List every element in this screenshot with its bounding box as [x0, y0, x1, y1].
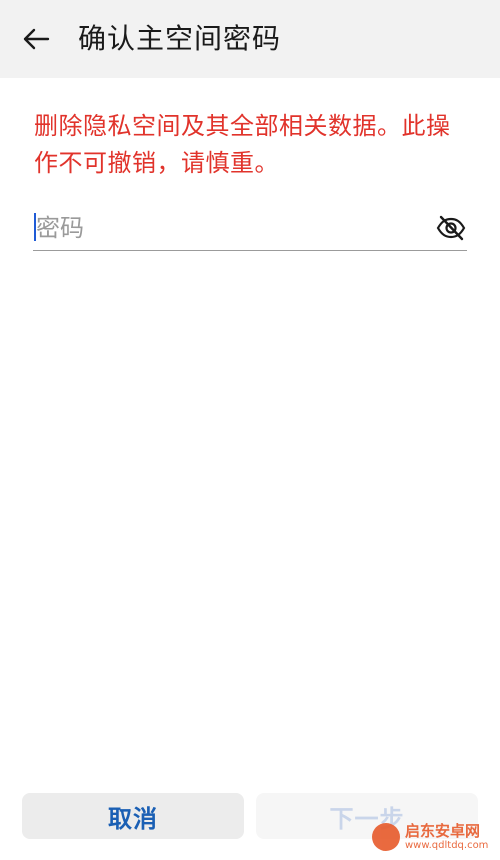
arrow-left-icon — [23, 28, 50, 50]
app-bar: 确认主空间密码 — [0, 0, 500, 78]
page-title: 确认主空间密码 — [78, 22, 282, 55]
watermark-logo-icon — [372, 823, 400, 851]
watermark-text: 启东安卓网 www.qdltdq.com — [405, 822, 488, 852]
watermark: 启东安卓网 www.qdltdq.com — [372, 822, 488, 852]
watermark-name: 启东安卓网 — [405, 822, 481, 840]
warning-message: 删除隐私空间及其全部相关数据。此操作不可撤销，请慎重。 — [34, 112, 451, 177]
text-cursor — [34, 213, 36, 241]
watermark-url: www.qdltdq.com — [405, 840, 489, 851]
eye-off-icon — [436, 215, 466, 241]
password-input[interactable] — [33, 206, 426, 250]
back-button[interactable] — [14, 19, 58, 59]
toggle-visibility-button[interactable] — [435, 214, 467, 242]
cancel-button[interactable]: 取消 — [22, 793, 244, 839]
password-field[interactable] — [33, 206, 467, 251]
